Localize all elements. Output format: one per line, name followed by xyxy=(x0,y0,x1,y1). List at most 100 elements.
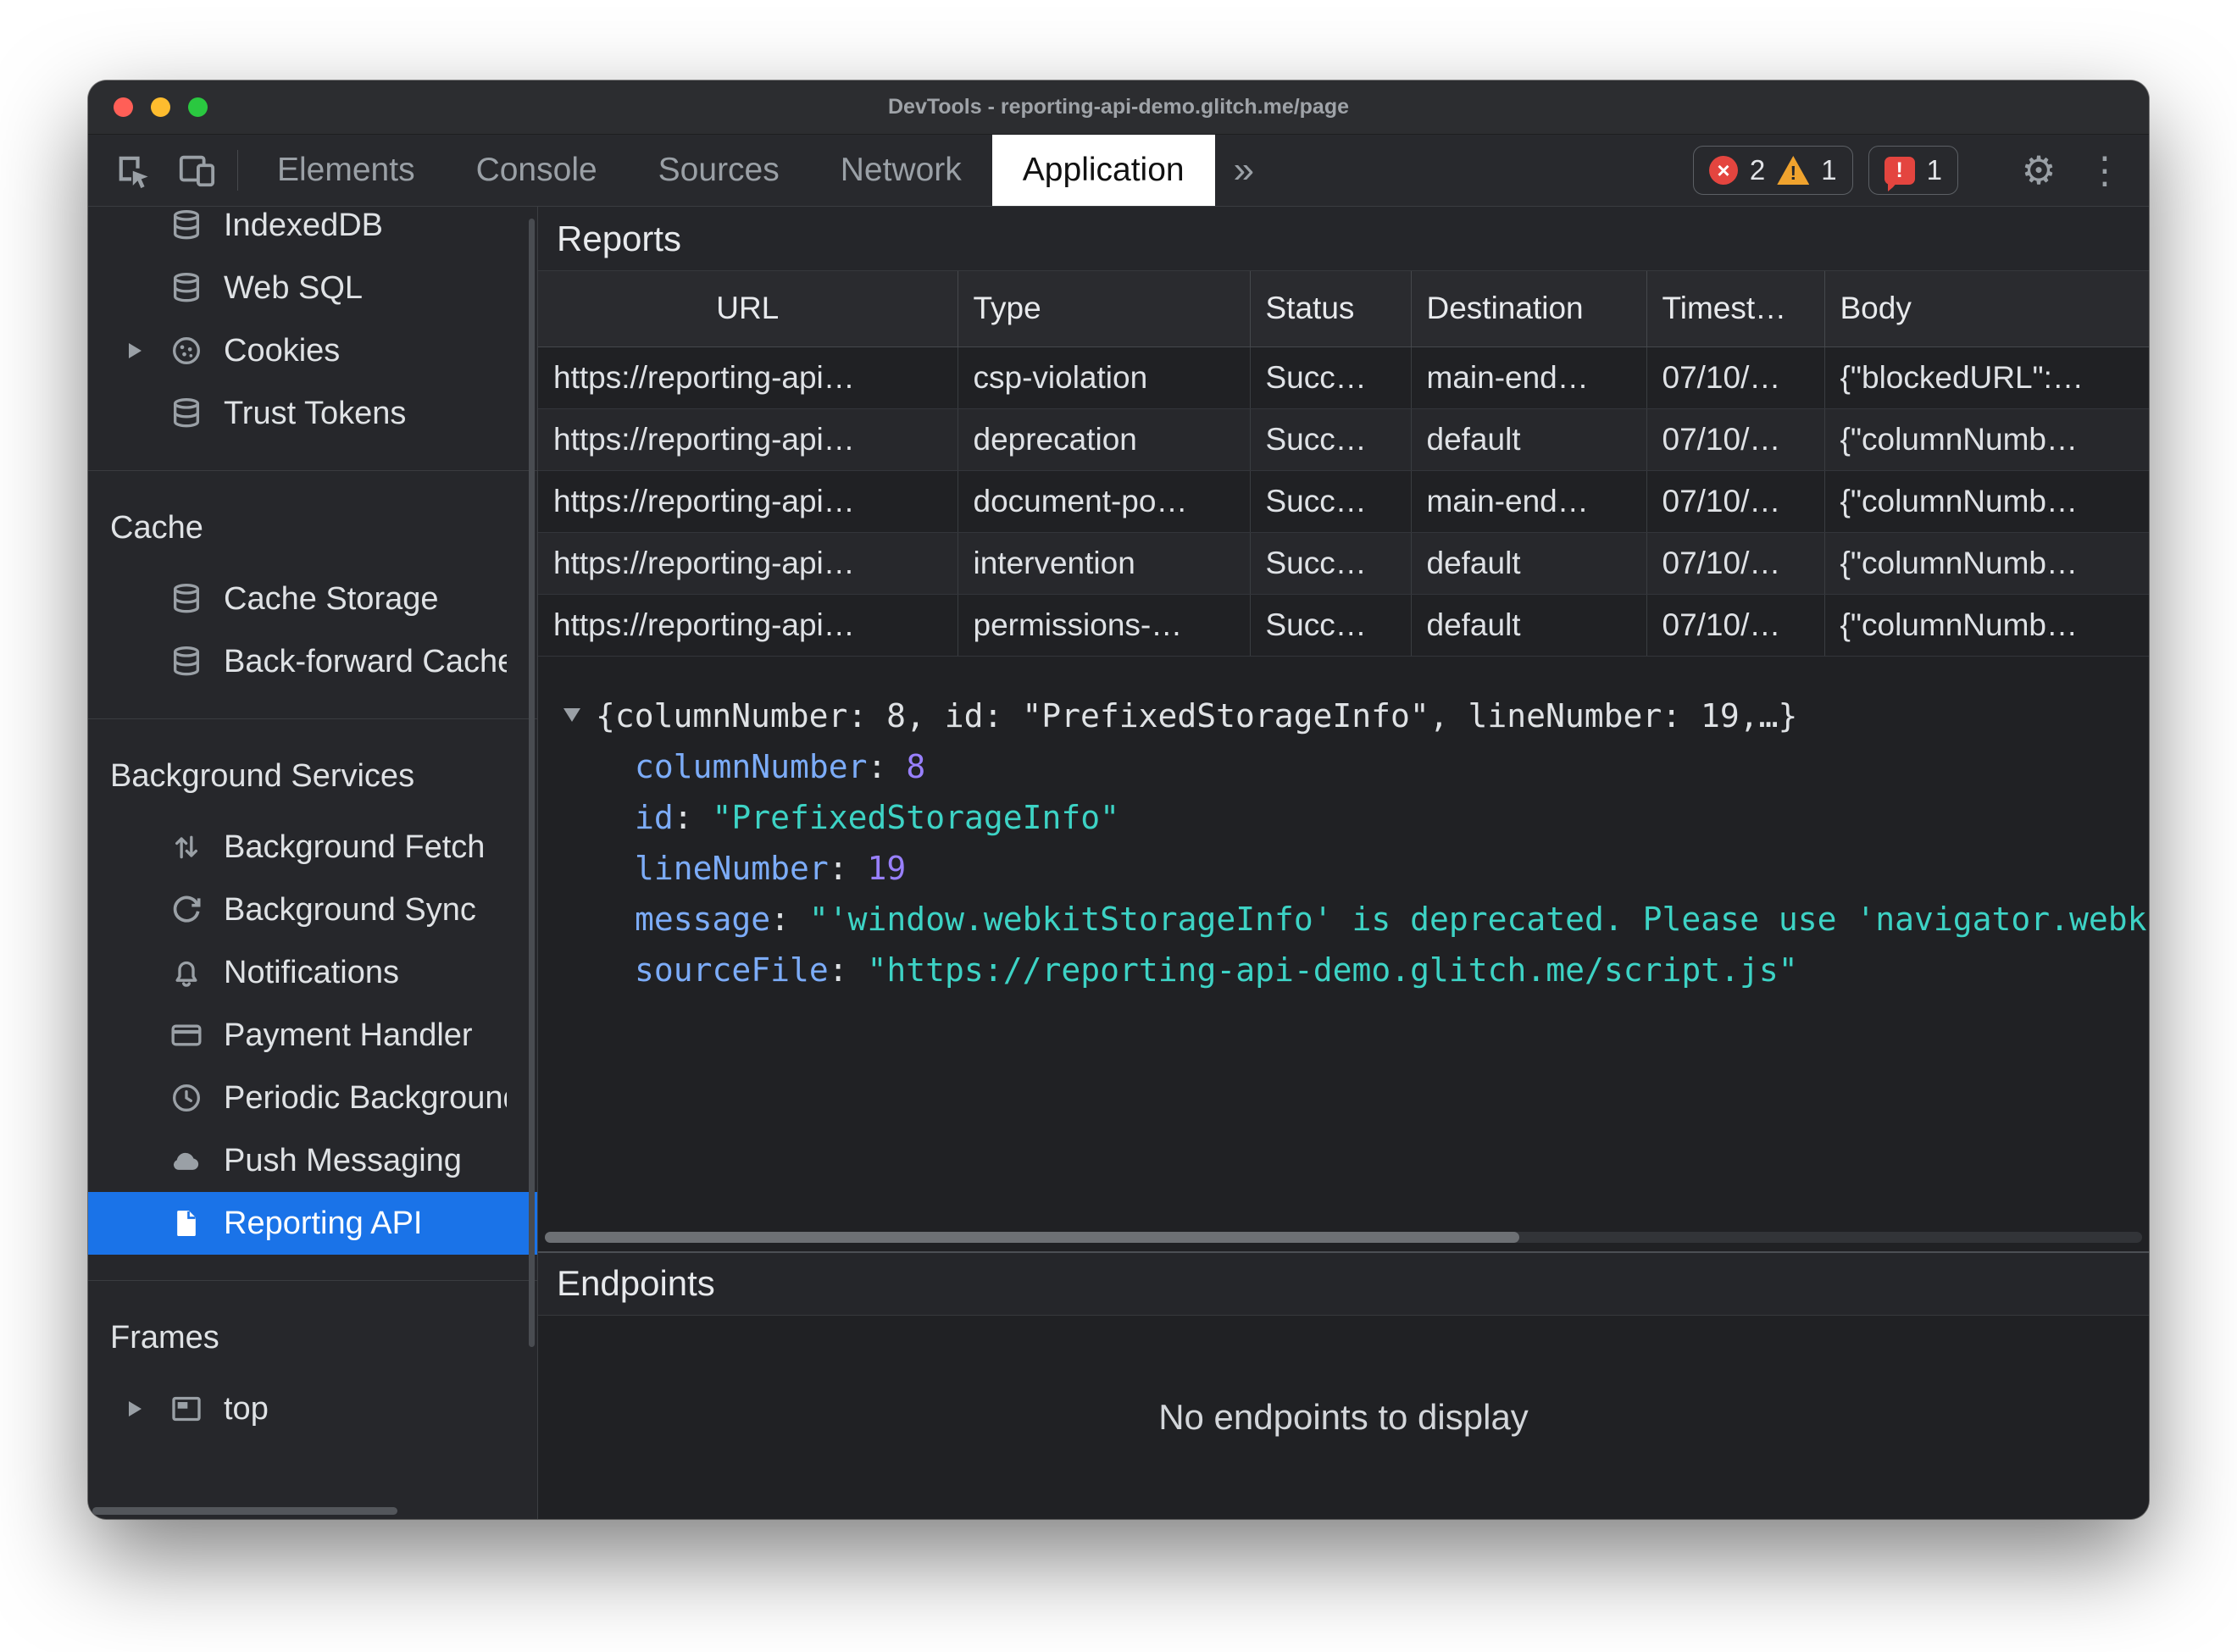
issues-icon: ! xyxy=(1884,156,1915,191)
cell-timestamp: 07/10/… xyxy=(1646,594,1825,657)
cloud-icon xyxy=(169,1144,203,1178)
sidebar-item-label: Background Sync xyxy=(224,891,476,928)
issues-badge[interactable]: ! 1 xyxy=(1868,146,1958,195)
column-header-status[interactable]: Status xyxy=(1250,271,1412,347)
sidebar-item-label: Cookies xyxy=(224,332,341,369)
warning-icon xyxy=(1777,156,1810,185)
sidebar-tree: IndexedDB Web SQL Cookies Trust Tokens C… xyxy=(88,207,537,1440)
tab-console[interactable]: Console xyxy=(446,135,628,206)
endpoints-section-title: Endpoints xyxy=(538,1250,2149,1316)
endpoints-empty-message: No endpoints to display xyxy=(1158,1396,1529,1437)
document-icon xyxy=(169,1206,203,1240)
object-property: lineNumber: 19 xyxy=(635,849,907,887)
report-row[interactable]: https://reporting-api… csp-violation Suc… xyxy=(538,346,2149,409)
sidebar-section-cache[interactable]: Cache xyxy=(88,496,537,559)
reporting-api-panel: Reports URL Type Status Destination Time… xyxy=(538,207,2149,1519)
cell-url: https://reporting-api… xyxy=(538,532,958,595)
report-detail-pane: {columnNumber: 8, id: "PrefixedStorageIn… xyxy=(538,657,2149,1251)
tab-network[interactable]: Network xyxy=(810,135,992,206)
column-header-url[interactable]: URL xyxy=(538,271,958,347)
report-row[interactable]: https://reporting-api… intervention Succ… xyxy=(538,532,2149,595)
cell-destination: default xyxy=(1411,408,1647,471)
window-titlebar[interactable]: DevTools - reporting-api-demo.glitch.me/… xyxy=(88,80,2149,135)
property-key: message xyxy=(635,900,771,938)
tab-sources[interactable]: Sources xyxy=(628,135,810,206)
cell-status: Succ… xyxy=(1250,346,1412,409)
sidebar-item-notifications[interactable]: Notifications xyxy=(88,941,537,1004)
property-key: sourceFile xyxy=(635,951,829,989)
sidebar-horizontal-scrollbar[interactable] xyxy=(92,1507,397,1515)
cell-timestamp: 07/10/… xyxy=(1646,408,1825,471)
inspect-element-button[interactable] xyxy=(100,135,164,206)
collapse-triangle-icon[interactable] xyxy=(563,707,580,722)
object-preview[interactable]: {columnNumber: 8, id: "PrefixedStorageIn… xyxy=(563,690,2149,741)
object-property: columnNumber: 8 xyxy=(635,747,926,785)
device-toolbar-button[interactable] xyxy=(164,135,229,206)
cell-body: {"columnNumb… xyxy=(1824,408,2149,471)
expand-arrow-icon[interactable] xyxy=(129,1401,142,1416)
sidebar-item-payment-handler[interactable]: Payment Handler xyxy=(88,1004,537,1067)
column-header-timestamp[interactable]: Timest… xyxy=(1646,271,1825,347)
cell-type: intervention xyxy=(958,532,1251,595)
sidebar-item-background-sync[interactable]: Background Sync xyxy=(88,879,537,941)
sidebar-item-back-forward-cache[interactable]: Back-forward Cache xyxy=(88,630,537,693)
cookie-icon xyxy=(169,334,203,368)
cell-url: https://reporting-api… xyxy=(538,408,958,471)
cell-destination: default xyxy=(1411,594,1647,657)
more-options-menu-icon[interactable]: ⋮ xyxy=(2086,149,2123,192)
cell-status: Succ… xyxy=(1250,532,1412,595)
sidebar-item-reporting-api[interactable]: Reporting API xyxy=(88,1192,537,1255)
column-header-body[interactable]: Body xyxy=(1824,271,2149,347)
sidebar-section-divider xyxy=(88,470,537,471)
column-header-destination[interactable]: Destination xyxy=(1411,271,1647,347)
sidebar-item-indexeddb[interactable]: IndexedDB xyxy=(88,207,537,257)
column-header-type[interactable]: Type xyxy=(958,271,1251,347)
scrollbar-thumb[interactable] xyxy=(545,1231,1519,1243)
database-icon xyxy=(169,396,203,430)
tab-application[interactable]: Application xyxy=(991,135,1215,206)
report-row[interactable]: https://reporting-api… document-po… Succ… xyxy=(538,470,2149,533)
clock-icon xyxy=(169,1081,203,1115)
object-preview-text: {columnNumber: 8, id: "PrefixedStorageIn… xyxy=(596,696,1798,735)
database-icon xyxy=(169,645,203,679)
devtools-toolbar: Elements Console Sources Network Applica… xyxy=(88,135,2149,207)
more-tabs-button[interactable]: » xyxy=(1215,135,1273,206)
property-value: "'window.webkitStorageInfo' is deprecate… xyxy=(808,900,2149,938)
sidebar-item-push-messaging[interactable]: Push Messaging xyxy=(88,1129,537,1192)
cell-status: Succ… xyxy=(1250,408,1412,471)
zoom-button[interactable] xyxy=(188,97,208,117)
report-row[interactable]: https://reporting-api… deprecation Succ…… xyxy=(538,408,2149,471)
sidebar-item-cookies[interactable]: Cookies xyxy=(88,319,537,382)
object-property: message: "'window.webkitStorageInfo' is … xyxy=(563,894,2149,945)
toolbar-divider xyxy=(237,150,238,191)
sidebar-item-label: top xyxy=(224,1390,269,1427)
reports-section-title: Reports xyxy=(538,207,2149,271)
traffic-lights xyxy=(114,80,208,134)
expand-arrow-icon[interactable] xyxy=(129,343,142,358)
sidebar-item-label: Periodic Background Sync xyxy=(224,1079,507,1116)
database-icon xyxy=(169,271,203,305)
cell-body: {"columnNumb… xyxy=(1824,470,2149,533)
cell-type: permissions-… xyxy=(958,594,1251,657)
sidebar-item-top-frame[interactable]: top xyxy=(88,1378,537,1440)
sidebar-item-trust-tokens[interactable]: Trust Tokens xyxy=(88,382,537,445)
close-button[interactable] xyxy=(114,97,133,117)
sidebar-section-frames[interactable]: Frames xyxy=(88,1306,537,1369)
sidebar-item-periodic-background-sync[interactable]: Periodic Background Sync xyxy=(88,1067,537,1129)
detail-horizontal-scrollbar[interactable] xyxy=(545,1231,2142,1243)
minimize-button[interactable] xyxy=(151,97,170,117)
cell-status: Succ… xyxy=(1250,470,1412,533)
sidebar-section-background-services[interactable]: Background Services xyxy=(88,745,537,807)
credit-card-icon xyxy=(169,1018,203,1052)
device-toolbar-icon xyxy=(177,151,216,190)
sidebar-item-cache-storage[interactable]: Cache Storage xyxy=(88,568,537,630)
sidebar-item-web-sql[interactable]: Web SQL xyxy=(88,257,537,319)
sidebar-item-background-fetch[interactable]: Background Fetch xyxy=(88,816,537,879)
report-row[interactable]: https://reporting-api… permissions-… Suc… xyxy=(538,594,2149,657)
cell-timestamp: 07/10/… xyxy=(1646,532,1825,595)
settings-gear-icon[interactable]: ⚙ xyxy=(2007,147,2071,193)
sidebar-vertical-scrollbar[interactable] xyxy=(529,219,535,1348)
errors-warnings-badge[interactable]: × 2 1 xyxy=(1692,146,1853,195)
tab-elements[interactable]: Elements xyxy=(247,135,446,206)
cell-url: https://reporting-api… xyxy=(538,594,958,657)
